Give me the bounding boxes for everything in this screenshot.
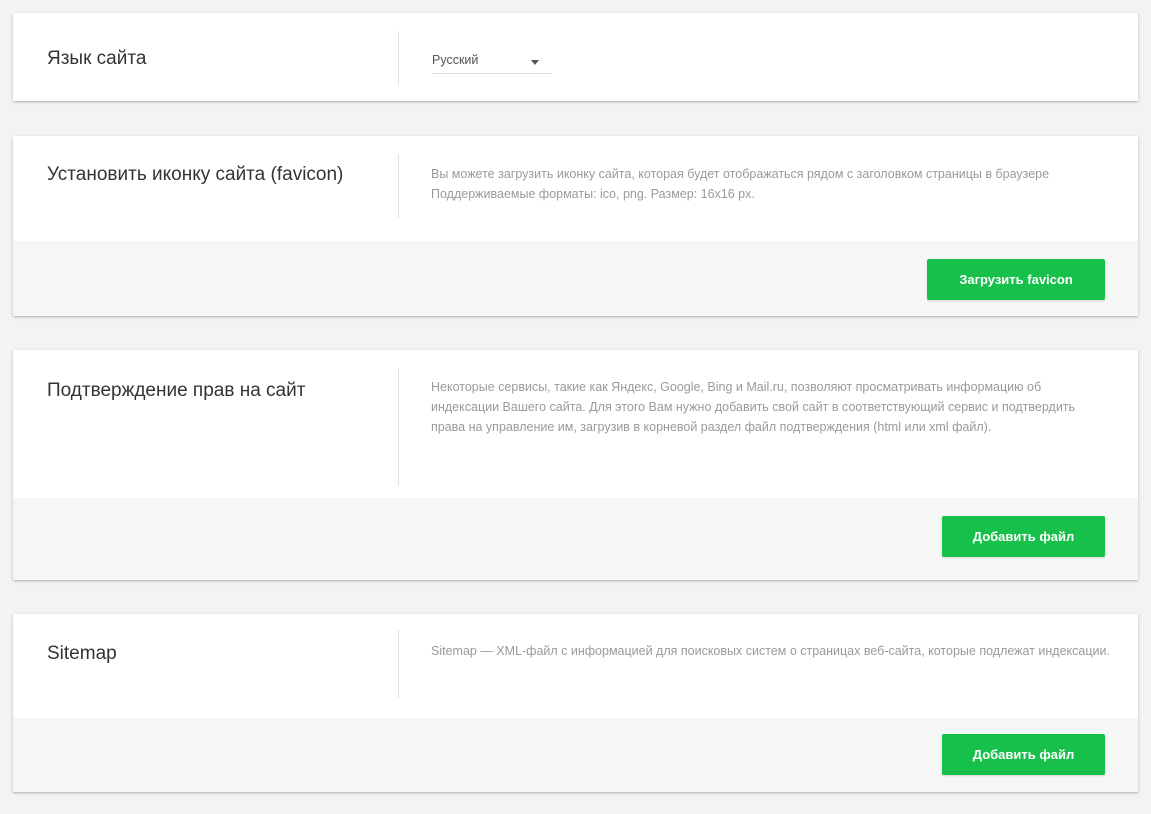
verification-card-divider (398, 368, 399, 486)
add-verification-file-button[interactable]: Добавить файл (942, 516, 1105, 557)
verification-card: Подтверждение прав на сайт Некоторые сер… (13, 350, 1138, 580)
language-select[interactable]: Русский (432, 51, 552, 74)
language-select-value: Русский (432, 53, 479, 67)
chevron-down-icon (531, 60, 539, 65)
verification-card-description: Некоторые сервисы, такие как Яндекс, Goo… (431, 380, 1076, 434)
language-settings-card: Язык сайта Русский (13, 13, 1138, 101)
sitemap-card-body: Sitemap Sitemap — XML-файл с информацией… (13, 614, 1138, 718)
sitemap-card-description: Sitemap — XML-файл с информацией для пои… (431, 644, 1110, 658)
language-card-divider (398, 31, 399, 85)
sitemap-card-footer: Добавить файл (13, 718, 1138, 792)
favicon-card: Установить иконку сайта (favicon) Вы мож… (13, 136, 1138, 316)
favicon-card-title: Установить иконку сайта (favicon) (47, 164, 344, 185)
sitemap-card: Sitemap Sitemap — XML-файл с информацией… (13, 614, 1138, 792)
language-card-title: Язык сайта (47, 48, 147, 69)
favicon-card-footer: Загрузить favicon (13, 241, 1138, 316)
language-card-body: Язык сайта Русский (13, 13, 1138, 101)
sitemap-card-divider (398, 630, 399, 698)
favicon-card-body: Установить иконку сайта (favicon) Вы мож… (13, 136, 1138, 241)
sitemap-card-title: Sitemap (47, 643, 117, 664)
upload-favicon-button[interactable]: Загрузить favicon (927, 259, 1105, 300)
favicon-card-divider (398, 154, 399, 218)
favicon-card-description: Вы можете загрузить иконку сайта, котора… (431, 167, 1050, 201)
add-sitemap-file-button[interactable]: Добавить файл (942, 734, 1105, 775)
verification-card-title: Подтверждение прав на сайт (47, 380, 306, 401)
verification-card-footer: Добавить файл (13, 498, 1138, 580)
verification-card-body: Подтверждение прав на сайт Некоторые сер… (13, 350, 1138, 498)
